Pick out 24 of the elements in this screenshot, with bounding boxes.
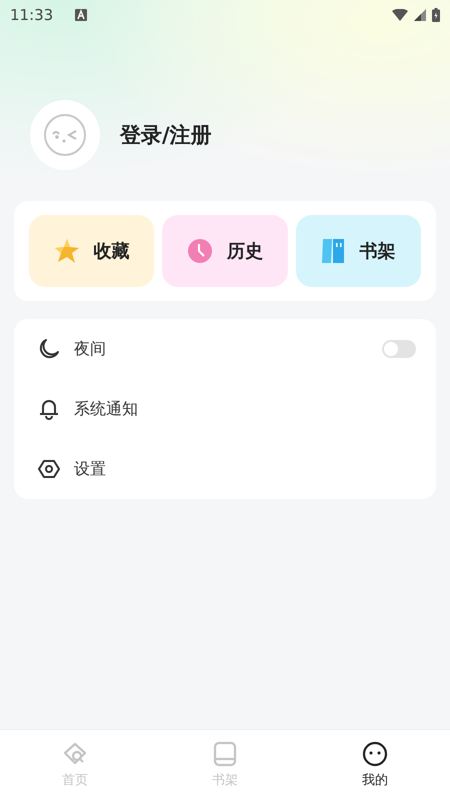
home-icon bbox=[62, 741, 88, 767]
status-time: 11:33 bbox=[10, 6, 54, 24]
night-menu-item[interactable]: 夜间 bbox=[74, 338, 106, 360]
signal-icon bbox=[414, 9, 426, 21]
book-icon bbox=[321, 238, 346, 264]
night-mode-toggle[interactable] bbox=[382, 340, 416, 358]
login-link[interactable]: 登录/注册 bbox=[120, 121, 212, 149]
bell-icon bbox=[38, 398, 60, 420]
me-tab[interactable]: 我的 bbox=[300, 730, 450, 800]
history-button[interactable]: 历史 bbox=[162, 215, 288, 287]
battery-icon bbox=[432, 8, 440, 22]
settings-menu-item[interactable]: 设置 bbox=[74, 458, 106, 480]
moon-icon bbox=[38, 338, 60, 360]
settings-icon bbox=[38, 458, 60, 480]
face-icon bbox=[43, 113, 87, 157]
face-icon bbox=[362, 741, 388, 767]
notify-menu-item[interactable]: 系统通知 bbox=[74, 398, 138, 420]
star-icon bbox=[54, 238, 80, 264]
book-icon bbox=[213, 741, 237, 767]
notification-icon bbox=[75, 9, 88, 21]
bookshelf-button[interactable]: 书架 bbox=[296, 215, 421, 287]
favorites-button[interactable]: 收藏 bbox=[29, 215, 154, 287]
wifi-icon bbox=[392, 9, 408, 21]
clock-icon bbox=[186, 238, 213, 264]
